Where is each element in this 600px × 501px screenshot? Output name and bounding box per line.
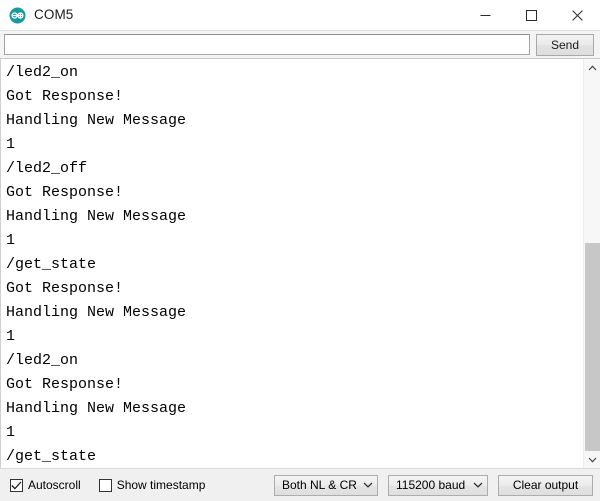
scroll-down-button[interactable] bbox=[584, 451, 600, 468]
check-icon bbox=[11, 480, 22, 489]
vertical-scrollbar[interactable] bbox=[583, 59, 600, 468]
chevron-down-icon bbox=[473, 482, 483, 488]
close-icon bbox=[571, 9, 583, 21]
chevron-down-icon bbox=[588, 457, 597, 463]
console-line: Got Response! bbox=[6, 184, 124, 201]
show-timestamp-checkbox[interactable]: Show timestamp bbox=[98, 478, 206, 492]
console-line: 1 bbox=[6, 328, 16, 345]
window-title: COM5 bbox=[34, 6, 74, 22]
title-bar: COM5 bbox=[0, 0, 600, 30]
line-ending-value: Both NL & CR bbox=[282, 478, 357, 492]
scroll-up-button[interactable] bbox=[584, 59, 600, 76]
scrollbar-thumb[interactable] bbox=[585, 243, 600, 451]
console-line: /get_state bbox=[6, 256, 97, 273]
console-line: 1 bbox=[6, 424, 16, 441]
console-line: 1 bbox=[6, 232, 16, 249]
status-bar-checkboxes: Autoscroll Show timestamp bbox=[10, 478, 205, 492]
chevron-up-icon bbox=[588, 64, 597, 70]
console-line: /led2_on bbox=[6, 352, 79, 369]
console-line: Got Response! bbox=[6, 280, 124, 297]
window-controls bbox=[462, 0, 600, 30]
close-button[interactable] bbox=[554, 0, 600, 30]
serial-monitor-window: COM5 Send /led2_on Got Response! Handlin… bbox=[0, 0, 600, 501]
status-bar: Autoscroll Show timestamp Both NL & CR 1… bbox=[0, 469, 600, 501]
autoscroll-checkbox-box bbox=[10, 478, 23, 492]
baud-rate-select[interactable]: 115200 baud bbox=[388, 474, 488, 496]
minimize-icon bbox=[480, 14, 490, 16]
show-timestamp-label: Show timestamp bbox=[116, 478, 206, 492]
autoscroll-label: Autoscroll bbox=[28, 478, 81, 492]
clear-output-button[interactable]: Clear output bbox=[498, 474, 593, 496]
console-line: /get_state bbox=[6, 448, 97, 465]
arduino-logo-icon bbox=[9, 7, 26, 24]
console-area: /led2_on Got Response! Handling New Messag… bbox=[0, 59, 600, 469]
baud-rate-value: 115200 baud bbox=[396, 478, 466, 492]
command-bar: Send bbox=[0, 30, 600, 59]
console-line: Handling New Message bbox=[6, 304, 187, 321]
show-timestamp-checkbox-box bbox=[98, 478, 112, 492]
command-input[interactable] bbox=[4, 34, 530, 55]
console-line: /led2_off bbox=[6, 160, 88, 177]
line-ending-select[interactable]: Both NL & CR bbox=[274, 474, 378, 496]
console-line: Handling New Message bbox=[6, 400, 187, 417]
minimize-button[interactable] bbox=[462, 0, 508, 30]
console-line: Got Response! bbox=[6, 88, 124, 105]
maximize-icon bbox=[525, 9, 537, 21]
chevron-down-icon bbox=[363, 482, 373, 488]
console-line: Got Response! bbox=[6, 376, 124, 393]
console-line: Handling New Message bbox=[6, 112, 187, 129]
console-output[interactable]: /led2_on Got Response! Handling New Messag… bbox=[0, 59, 583, 468]
status-bar-controls: Both NL & CR 115200 baud Clear output bbox=[274, 474, 593, 496]
console-line: Handling New Message bbox=[6, 208, 187, 225]
send-button[interactable]: Send bbox=[536, 33, 594, 56]
console-line: 1 bbox=[6, 136, 16, 153]
title-bar-left: COM5 bbox=[0, 7, 73, 24]
maximize-button[interactable] bbox=[508, 0, 554, 30]
autoscroll-checkbox[interactable]: Autoscroll bbox=[10, 478, 81, 492]
console-line: /led2_on bbox=[6, 64, 79, 81]
